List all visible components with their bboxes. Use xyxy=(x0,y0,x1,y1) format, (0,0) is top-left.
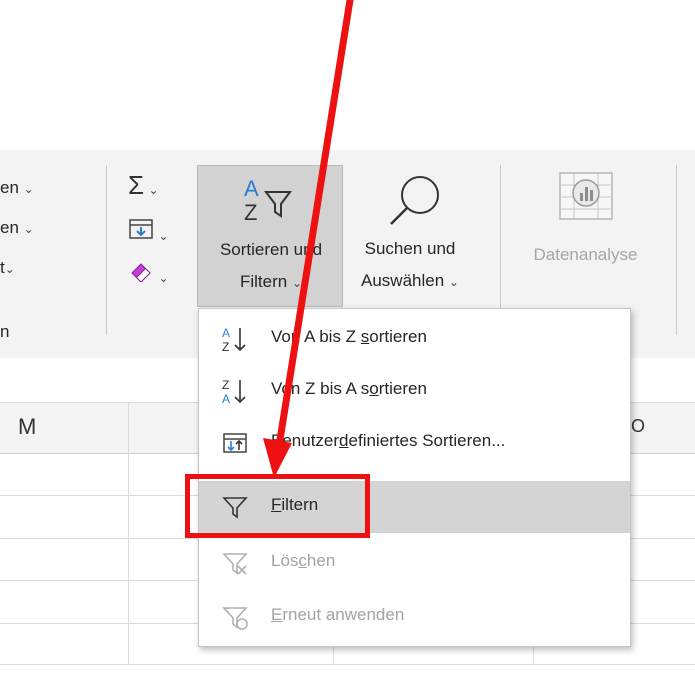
annotation-arrow-head xyxy=(263,438,292,478)
annotation-arrow-shaft xyxy=(275,0,354,450)
annotation-arrow xyxy=(263,0,354,478)
